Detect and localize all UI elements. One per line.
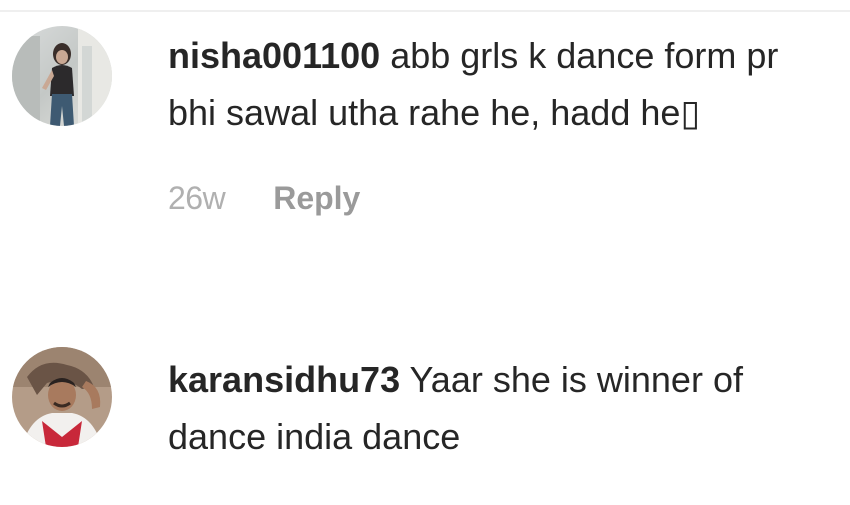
- divider: [0, 10, 850, 12]
- reply-button[interactable]: Reply: [273, 178, 360, 218]
- avatar[interactable]: [12, 347, 112, 447]
- comment-body: karansidhu73 Yaar she is winner of dance…: [168, 351, 808, 465]
- comment-timestamp[interactable]: 26w: [168, 178, 226, 218]
- avatar[interactable]: [12, 26, 112, 126]
- comment-username[interactable]: nisha001100: [168, 35, 380, 76]
- comment-body: nisha001100 abb grls k dance form pr bhi…: [168, 30, 808, 218]
- comments-panel: nisha001100 abb grls k dance form pr bhi…: [0, 0, 850, 505]
- avatar-photo-icon: [12, 26, 112, 126]
- comment-meta: 26w Reply: [168, 178, 808, 218]
- comment-text-block: karansidhu73 Yaar she is winner of dance…: [168, 351, 808, 465]
- avatar-photo-icon: [12, 347, 112, 447]
- comment-text-block: nisha001100 abb grls k dance form pr bhi…: [168, 27, 808, 141]
- comment-username[interactable]: karansidhu73: [168, 359, 400, 400]
